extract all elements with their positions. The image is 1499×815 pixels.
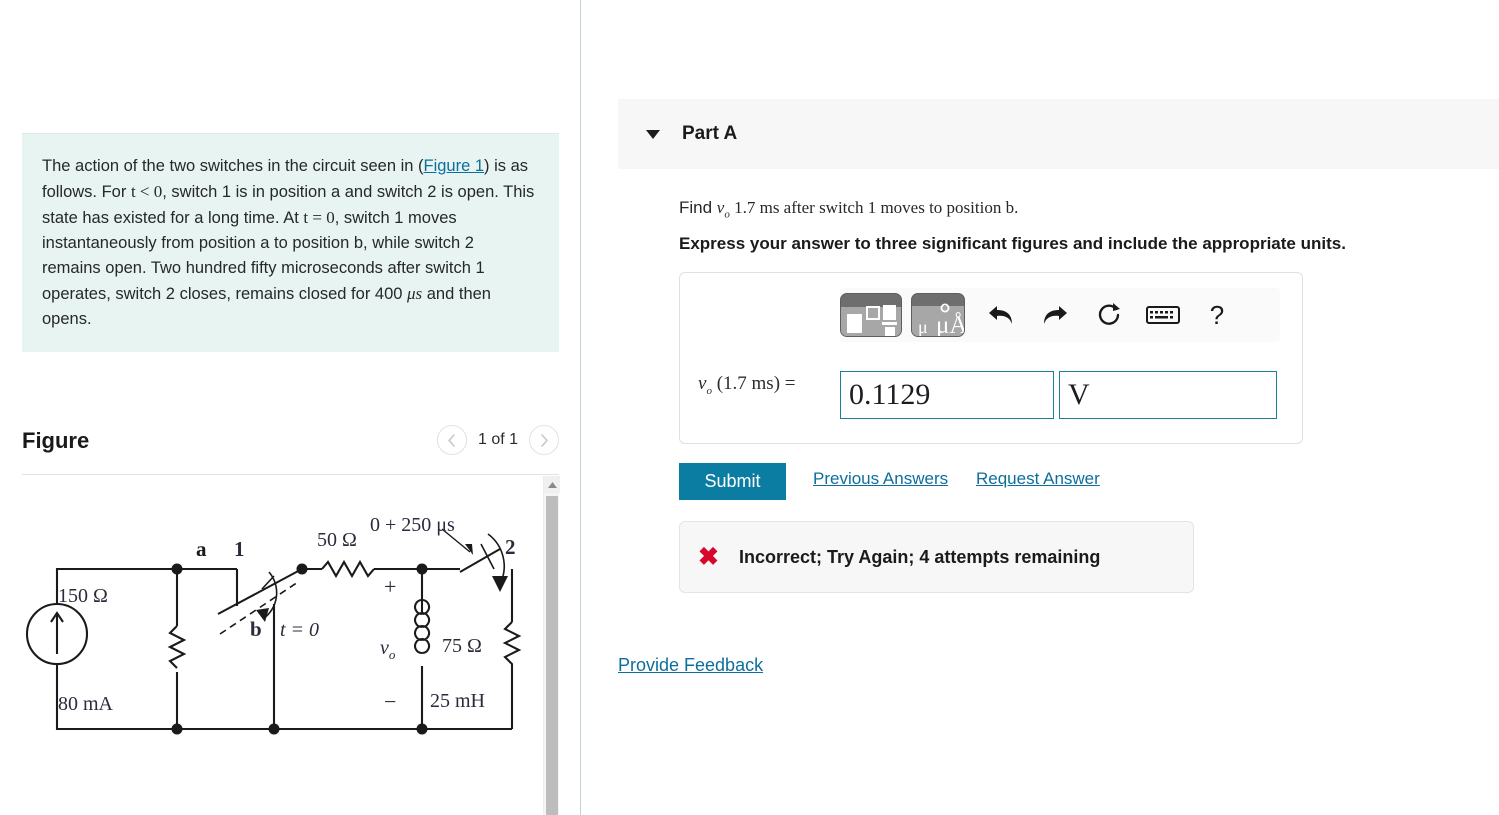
- question-variable: vo: [716, 198, 730, 221]
- left-panel: The action of the two switches in the ci…: [0, 0, 580, 815]
- question-pre: Find: [679, 198, 717, 217]
- label-switch1-b: b: [250, 617, 262, 641]
- caret-down-icon[interactable]: [646, 129, 660, 139]
- node-dot: [171, 723, 183, 735]
- redo-button[interactable]: [1028, 293, 1082, 337]
- svg-text:μÅ: μÅ: [936, 312, 964, 336]
- part-a-header[interactable]: Part A: [618, 99, 1499, 169]
- figure-pane: 80 mA 150 Ω 50 Ω 75 Ω 25 mH + − vo a 1 b…: [22, 476, 559, 815]
- switch-2-arc-arrow: [441, 528, 508, 592]
- label-switch1-number: 1: [234, 537, 245, 561]
- math-input-toolbar: μÅ μ: [840, 288, 1280, 342]
- figure-scroll-up-button[interactable]: [544, 476, 560, 493]
- problem-intro-1: The action of the two switches in the ci…: [42, 157, 424, 175]
- answer-label-time: (1.7 ms): [716, 373, 781, 394]
- math-template-button[interactable]: [840, 293, 902, 337]
- label-r-series: 50 Ω: [317, 529, 357, 551]
- node-dot: [268, 723, 280, 735]
- svg-text:μ: μ: [918, 317, 928, 336]
- keyboard-button[interactable]: [1136, 293, 1190, 337]
- resistor-75-ohm-symbol: [502, 621, 522, 674]
- units-button[interactable]: μÅ μ: [911, 293, 965, 337]
- submit-button[interactable]: Submit: [679, 463, 786, 500]
- keyboard-icon: [1146, 306, 1180, 324]
- answer-label: vo (1.7 ms) =: [698, 373, 795, 397]
- figure-scrollbar[interactable]: [543, 476, 560, 815]
- unit-microseconds: μs: [407, 284, 423, 303]
- figure-navigation: 1 of 1: [436, 425, 559, 455]
- circuit-schematic-svg: 80 mA 150 Ω 50 Ω 75 Ω 25 mH + − vo a 1 b…: [25, 514, 522, 735]
- part-a-title: Part A: [682, 123, 738, 144]
- figure-header: Figure 1 of 1: [22, 425, 559, 469]
- label-r-left: 150 Ω: [58, 585, 108, 607]
- node-dot: [296, 563, 308, 575]
- feedback-message: Incorrect; Try Again; 4 attempts remaini…: [738, 546, 1101, 567]
- label-switch2-time: 0 + 250 μs: [370, 514, 455, 536]
- red-x-icon: ✖: [698, 542, 719, 571]
- circuit-diagram: 80 mA 150 Ω 50 Ω 75 Ω 25 mH + − vo a 1 b…: [22, 514, 542, 774]
- scroll-up-arrow-icon: [547, 481, 557, 488]
- chevron-left-icon: [448, 433, 456, 447]
- node-dot: [416, 723, 428, 735]
- provide-feedback-link[interactable]: Provide Feedback: [618, 655, 763, 676]
- node-dot: [416, 563, 428, 575]
- chevron-right-icon: [540, 433, 548, 447]
- figure-1-link[interactable]: Figure 1: [424, 157, 485, 175]
- figure-divider: [22, 474, 559, 475]
- redo-arrow-icon: [1044, 306, 1067, 324]
- figure-title: Figure: [22, 428, 90, 453]
- problem-statement-text: The action of the two switches in the ci…: [42, 154, 537, 332]
- label-inductor: 25 mH: [430, 690, 485, 712]
- answer-label-sub: o: [706, 384, 712, 397]
- micro-angstrom-icon: μÅ μ: [912, 294, 964, 336]
- label-switch1-a: a: [196, 537, 207, 561]
- answer-entry-panel: μÅ μ: [679, 272, 1303, 444]
- question-mark-icon: ?: [1209, 299, 1225, 330]
- undo-arrow-icon: [989, 306, 1012, 324]
- feedback-status-box: ✖ Incorrect; Try Again; 4 attempts remai…: [679, 521, 1194, 593]
- figure-count-label: 1 of 1: [477, 431, 518, 448]
- answer-value-input[interactable]: 0.1129: [840, 371, 1054, 419]
- label-switch1-time: t = 0: [280, 619, 319, 641]
- condition-t-lt-0: t < 0: [130, 182, 163, 201]
- figure-next-button[interactable]: [529, 425, 559, 455]
- right-panel: Part A Find vo 1.7 ms after switch 1 mov…: [581, 0, 1499, 815]
- label-source-current: 80 mA: [58, 693, 114, 715]
- label-polarity-minus: −: [384, 689, 396, 714]
- math-template-icon: [841, 294, 901, 336]
- previous-answers-link[interactable]: Previous Answers: [813, 469, 948, 489]
- question-instruction: Express your answer to three significant…: [679, 234, 1346, 253]
- undo-button[interactable]: [974, 293, 1028, 337]
- answer-label-equals: =: [784, 373, 796, 394]
- question-post: 1.7 ms after switch 1 moves to position …: [729, 198, 1019, 217]
- question-text: Find vo 1.7 ms after switch 1 moves to p…: [679, 196, 1479, 226]
- label-r-right: 75 Ω: [442, 635, 482, 657]
- condition-t-eq-0: t = 0: [303, 208, 335, 227]
- label-polarity-plus: +: [384, 574, 396, 599]
- problem-statement-box: The action of the two switches in the ci…: [22, 133, 559, 352]
- figure-prev-button[interactable]: [436, 425, 467, 455]
- label-switch2-number: 2: [505, 535, 516, 559]
- page-root: The action of the two switches in the ci…: [0, 0, 1499, 815]
- help-button[interactable]: ?: [1190, 293, 1244, 337]
- answer-unit-input[interactable]: V: [1059, 371, 1277, 419]
- figure-scrollbar-thumb[interactable]: [546, 496, 558, 815]
- node-dot: [171, 563, 183, 575]
- label-vo: vo: [380, 637, 396, 662]
- resistor-150-ohm-symbol: [167, 625, 187, 669]
- resistor-50-ohm-symbol: [321, 559, 375, 579]
- reset-button[interactable]: [1082, 293, 1136, 337]
- reset-circular-arrow-icon: [1098, 303, 1120, 325]
- request-answer-link[interactable]: Request Answer: [976, 469, 1100, 489]
